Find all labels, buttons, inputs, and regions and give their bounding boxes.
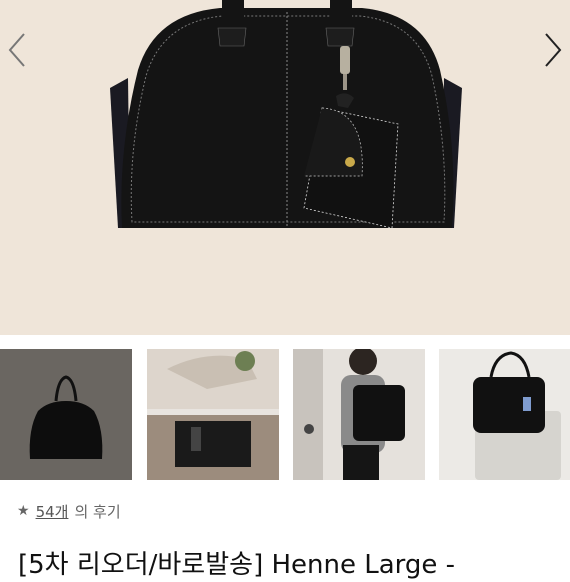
thumbnail-3[interactable] (293, 349, 425, 480)
review-count-link[interactable]: 54개 (36, 501, 69, 522)
bag-luggage-thumbnail (439, 349, 570, 480)
bag-front-thumbnail (0, 349, 132, 480)
chevron-left-icon (8, 33, 25, 67)
review-summary: ★ 54개 의 후기 (17, 500, 121, 522)
thumbnail-strip (0, 349, 570, 482)
product-hero-image (0, 0, 570, 335)
chevron-right-icon (545, 33, 562, 67)
star-icon: ★ (17, 503, 30, 519)
thumbnail-4[interactable] (439, 349, 570, 480)
bag-interior-thumbnail (147, 349, 279, 480)
bag-illustration (110, 0, 462, 229)
prev-image-button[interactable] (2, 30, 32, 70)
thumbnail-2[interactable] (147, 349, 279, 480)
review-label: 의 후기 (74, 502, 121, 521)
next-image-button[interactable] (538, 30, 568, 70)
thumbnail-1[interactable] (0, 349, 132, 480)
bag-model-thumbnail (293, 349, 425, 480)
product-title: [5차 리오더/바로발송] Henne Large - (18, 550, 456, 580)
